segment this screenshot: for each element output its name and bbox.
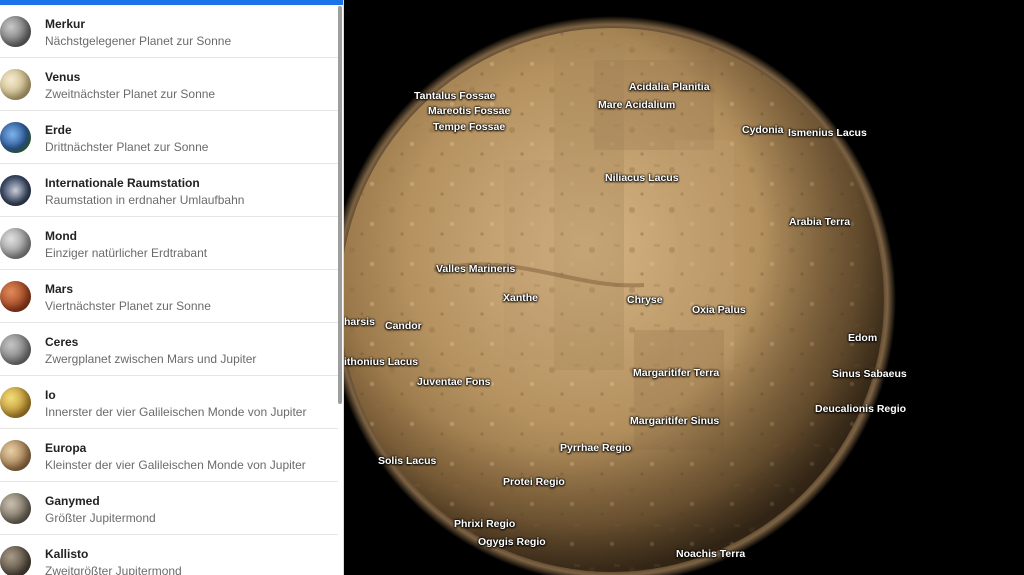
map-label[interactable]: Ismenius Lacus bbox=[788, 127, 867, 139]
list-item-name: Erde bbox=[45, 123, 72, 137]
list-item-name: Io bbox=[45, 388, 56, 402]
list-item-mond[interactable]: Mond Einziger natürlicher Erdtrabant bbox=[0, 217, 338, 270]
list-item-erde[interactable]: Erde Drittnächster Planet zur Sonne bbox=[0, 111, 338, 164]
planet-thumbnail bbox=[0, 281, 31, 312]
list-item-description: Größter Jupitermond bbox=[45, 511, 156, 525]
list-item-venus[interactable]: Venus Zweitnächster Planet zur Sonne bbox=[0, 58, 338, 111]
planet-thumbnail bbox=[0, 69, 31, 100]
planet-list: Merkur Nächstgelegener Planet zur Sonne … bbox=[0, 5, 338, 575]
map-label[interactable]: ithonius Lacus bbox=[344, 356, 418, 368]
list-item-description: Einziger natürlicher Erdtrabant bbox=[45, 246, 208, 260]
list-item-description: Zwergplanet zwischen Mars und Jupiter bbox=[45, 352, 257, 366]
list-item-name: Mond bbox=[45, 229, 77, 243]
list-item-name: Internationale Raumstation bbox=[45, 176, 200, 190]
list-item-iss[interactable]: Internationale Raumstation Raumstation i… bbox=[0, 164, 338, 217]
list-item-name: Venus bbox=[45, 70, 81, 84]
map-label[interactable]: Cydonia bbox=[742, 124, 783, 136]
list-item-description: Viertnächster Planet zur Sonne bbox=[45, 299, 211, 313]
list-item-merkur[interactable]: Merkur Nächstgelegener Planet zur Sonne bbox=[0, 5, 338, 58]
map-label[interactable]: Mare Acidalium bbox=[598, 99, 675, 111]
map-label[interactable]: Valles Marineris bbox=[436, 263, 515, 275]
map-label[interactable]: Arabia Terra bbox=[789, 216, 850, 228]
list-item-name: Ganymed bbox=[45, 494, 100, 508]
map-label[interactable]: Chryse bbox=[627, 294, 663, 306]
list-item-kallisto[interactable]: Kallisto Zweitgrößter Jupitermond bbox=[0, 535, 338, 575]
map-label[interactable]: Oxia Palus bbox=[692, 304, 746, 316]
list-item-name: Europa bbox=[45, 441, 87, 455]
map-label[interactable]: Phrixi Regio bbox=[454, 518, 515, 530]
list-item-mars[interactable]: Mars Viertnächster Planet zur Sonne bbox=[0, 270, 338, 323]
map-label[interactable]: Tempe Fossae bbox=[433, 121, 505, 133]
map-label[interactable]: Mareotis Fossae bbox=[428, 105, 510, 117]
map-label[interactable]: Xanthe bbox=[503, 292, 538, 304]
list-item-description: Nächstgelegener Planet zur Sonne bbox=[45, 34, 232, 48]
map-label[interactable]: Juventae Fons bbox=[417, 376, 491, 388]
station-thumbnail bbox=[0, 175, 31, 206]
list-item-description: Raumstation in erdnaher Umlaufbahn bbox=[45, 193, 245, 207]
map-label[interactable]: Ogygis Regio bbox=[478, 536, 546, 548]
planet-thumbnail bbox=[0, 440, 31, 471]
map-label[interactable]: Noachis Terra bbox=[676, 548, 745, 560]
list-item-description: Innerster der vier Galileischen Monde vo… bbox=[45, 405, 307, 419]
planet-thumbnail bbox=[0, 493, 31, 524]
planet-thumbnail bbox=[0, 334, 31, 365]
map-label[interactable]: Protei Regio bbox=[503, 476, 565, 488]
list-item-name: Kallisto bbox=[45, 547, 89, 561]
planet-list-panel: Merkur Nächstgelegener Planet zur Sonne … bbox=[0, 0, 344, 575]
planet-map-view[interactable]: Tantalus Fossae Mareotis Fossae Tempe Fo… bbox=[344, 0, 1024, 575]
list-item-ceres[interactable]: Ceres Zwergplanet zwischen Mars und Jupi… bbox=[0, 323, 338, 376]
map-label[interactable]: Pyrrhae Regio bbox=[560, 442, 631, 454]
list-item-ganymed[interactable]: Ganymed Größter Jupitermond bbox=[0, 482, 338, 535]
list-item-description: Kleinster der vier Galileischen Monde vo… bbox=[45, 458, 306, 472]
map-label[interactable]: Sinus Sabaeus bbox=[832, 368, 907, 380]
map-label[interactable]: Candor bbox=[385, 320, 422, 332]
map-label[interactable]: Acidalia Planitia bbox=[629, 81, 710, 93]
list-item-name: Merkur bbox=[45, 17, 86, 31]
list-scrollbar[interactable] bbox=[338, 6, 342, 404]
planet-thumbnail bbox=[0, 16, 31, 47]
list-item-name: Ceres bbox=[45, 335, 79, 349]
map-label[interactable]: Edom bbox=[848, 332, 877, 344]
map-label[interactable]: Niliacus Lacus bbox=[605, 172, 679, 184]
planet-thumbnail bbox=[0, 546, 31, 575]
map-label[interactable]: harsis bbox=[344, 316, 375, 328]
list-item-description: Zweitnächster Planet zur Sonne bbox=[45, 87, 216, 101]
planet-thumbnail bbox=[0, 387, 31, 418]
list-item-io[interactable]: Io Innerster der vier Galileischen Monde… bbox=[0, 376, 338, 429]
map-label[interactable]: Deucalionis Regio bbox=[815, 403, 906, 415]
map-label[interactable]: Tantalus Fossae bbox=[414, 90, 496, 102]
map-label[interactable]: Margaritifer Terra bbox=[633, 367, 719, 379]
list-item-europa[interactable]: Europa Kleinster der vier Galileischen M… bbox=[0, 429, 338, 482]
list-item-name: Mars bbox=[45, 282, 74, 296]
map-label[interactable]: Solis Lacus bbox=[378, 455, 436, 467]
list-item-description: Zweitgrößter Jupitermond bbox=[45, 564, 182, 575]
list-item-description: Drittnächster Planet zur Sonne bbox=[45, 140, 209, 154]
planet-thumbnail bbox=[0, 228, 31, 259]
planet-thumbnail bbox=[0, 122, 31, 153]
map-label[interactable]: Margaritifer Sinus bbox=[630, 415, 719, 427]
